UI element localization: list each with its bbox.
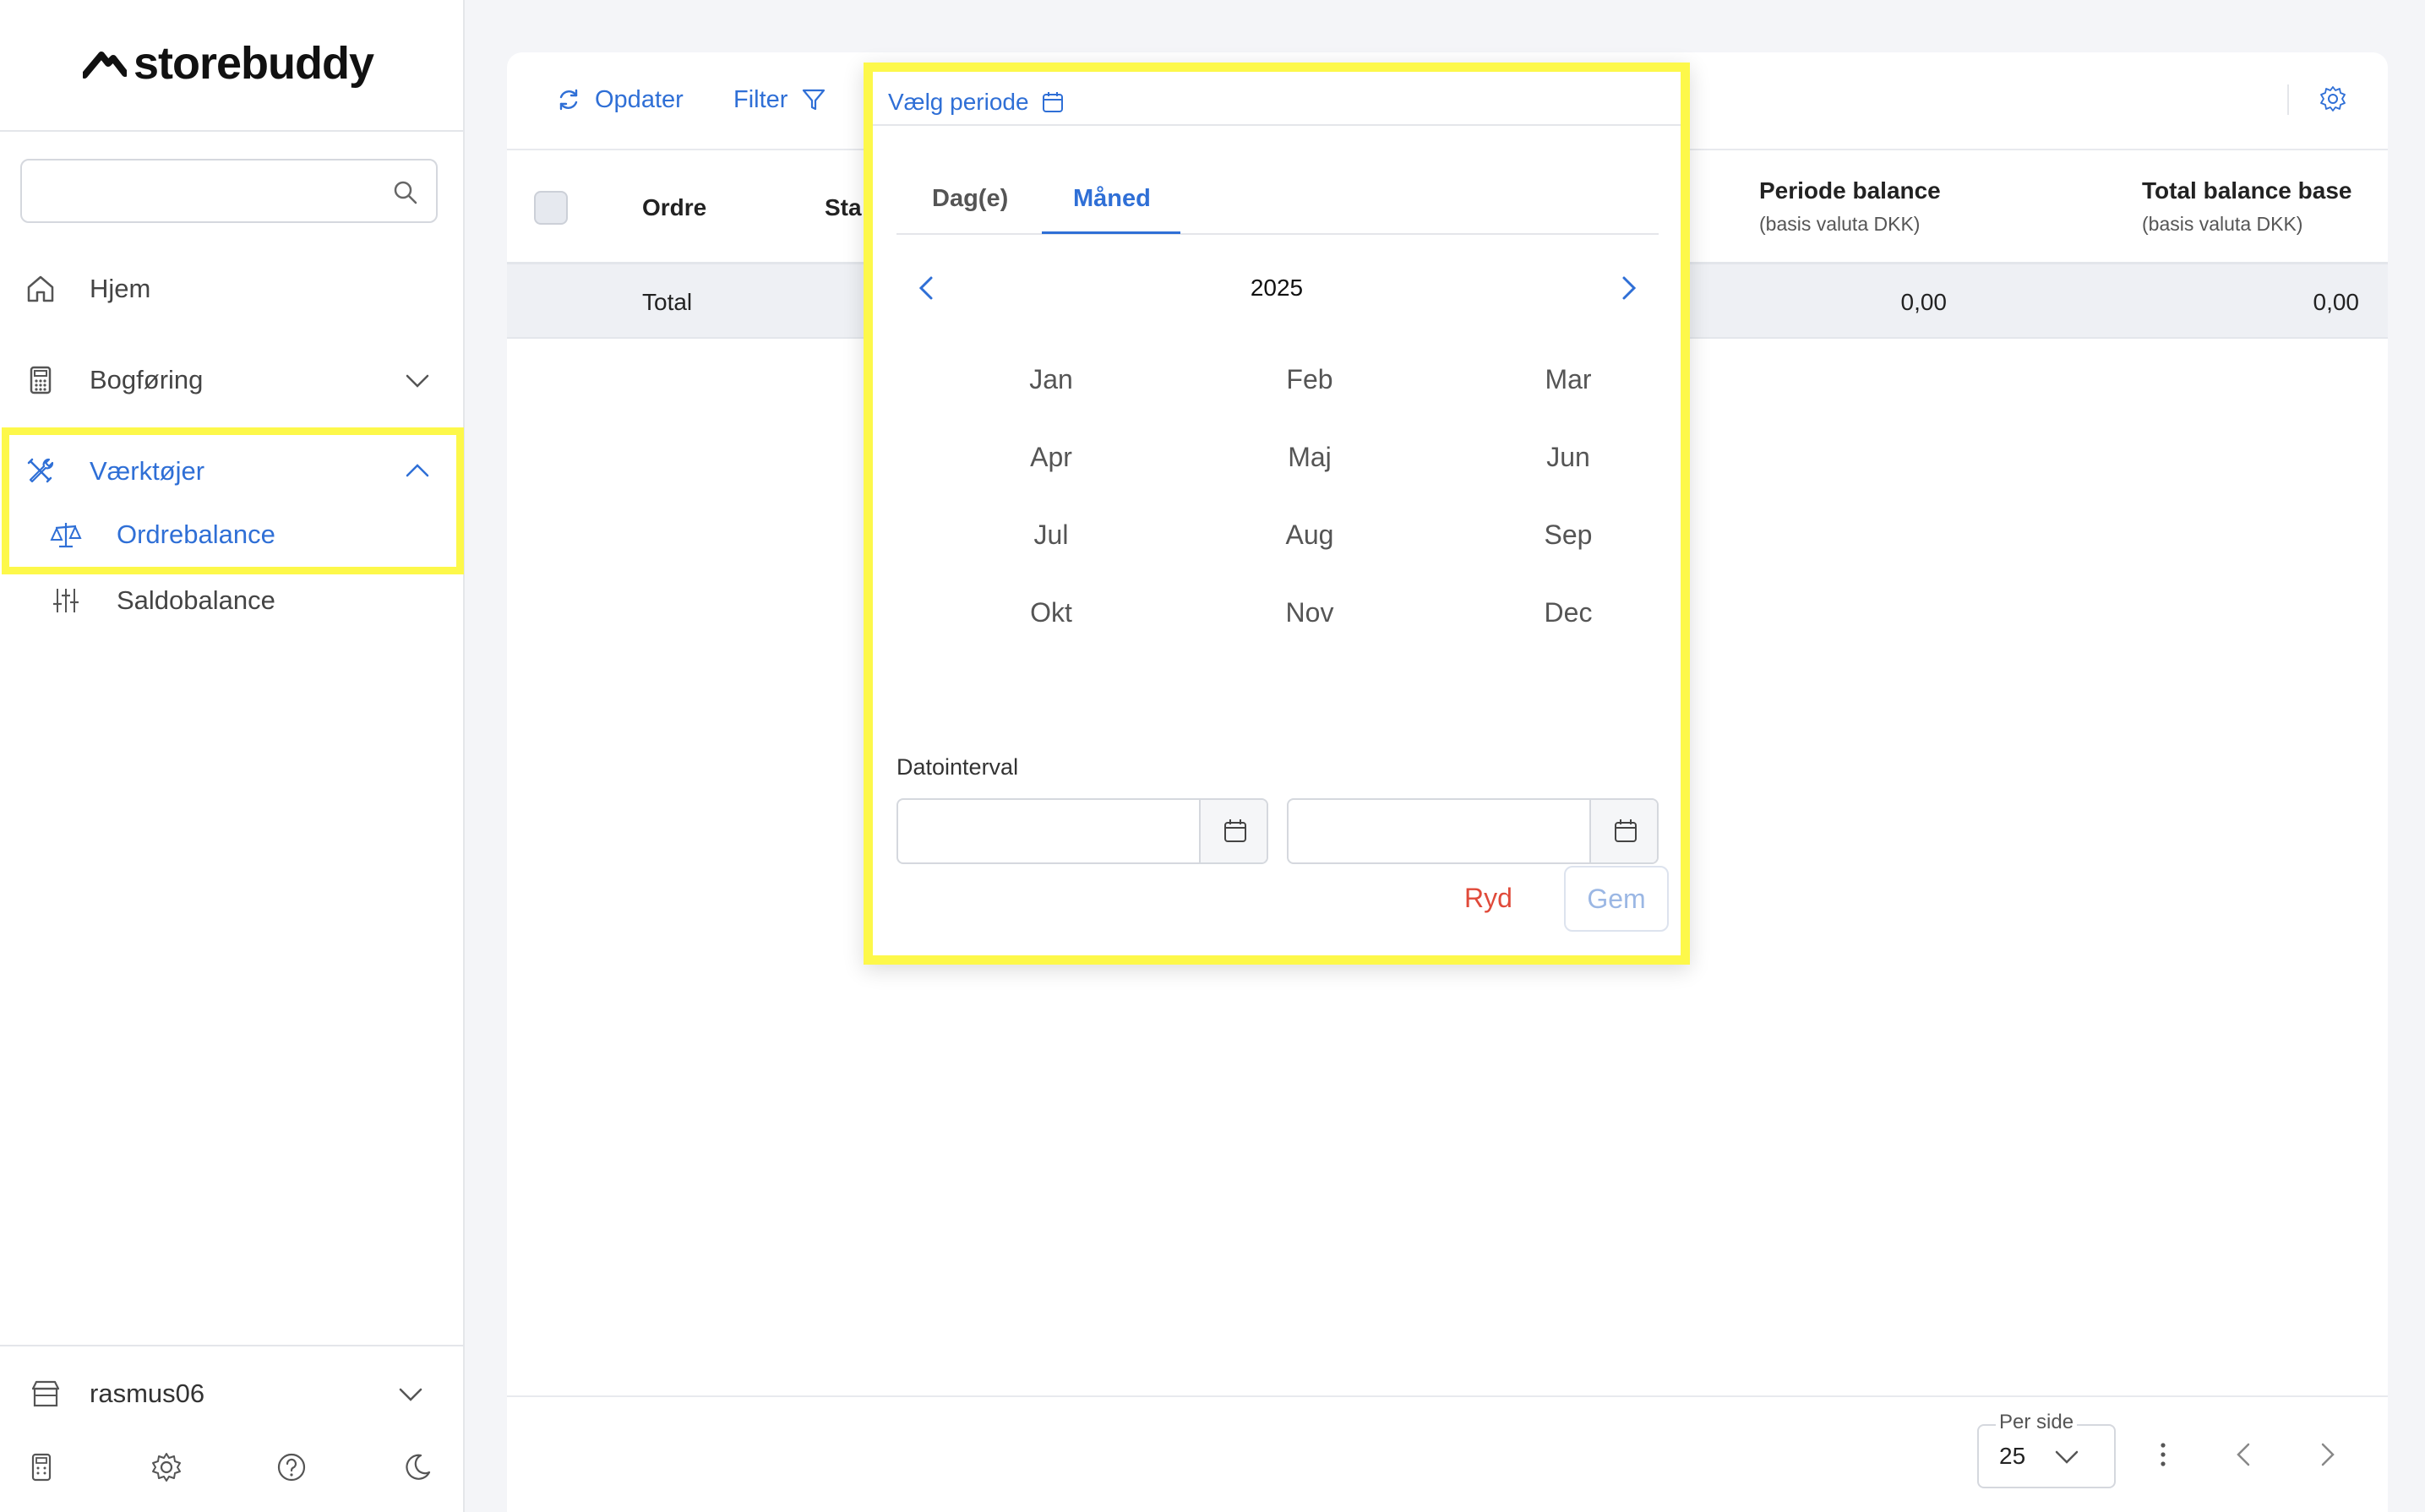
filter-funnel-icon	[803, 89, 826, 111]
sidebar-item-bogforing[interactable]: Bogføring	[0, 346, 465, 414]
month-nov[interactable]: Nov	[1180, 574, 1439, 651]
tab-days[interactable]: Dag(e)	[932, 185, 1008, 213]
column-subheader-total-balance: (basis valuta DKK)	[2142, 213, 2303, 235]
storebuddy-logo-icon	[83, 52, 127, 79]
choose-period-button[interactable]: Vælg periode	[888, 89, 1065, 116]
sidebar-item-label: Ordrebalance	[117, 519, 275, 549]
divider	[0, 130, 465, 132]
divider	[0, 1345, 465, 1346]
sidebar-item-label: Bogføring	[90, 365, 204, 394]
column-subheader-period-balance: (basis valuta DKK)	[1759, 213, 1921, 235]
sidebar-item-label: Værktøjer	[90, 456, 205, 486]
chevron-down-icon	[399, 1388, 422, 1401]
sidebar-search-input[interactable]	[20, 159, 438, 223]
month-sep[interactable]: Sep	[1439, 496, 1698, 574]
save-button[interactable]: Gem	[1564, 866, 1669, 932]
active-tab-indicator	[1042, 231, 1180, 234]
period-picker-popup: Vælg periode Dag(e) Måned 2025 Jan Feb M…	[864, 63, 1690, 965]
sidebar-item-label: Saldobalance	[117, 585, 275, 615]
sidebar-item-hjem[interactable]: Hjem	[0, 255, 465, 323]
sliders-icon	[53, 589, 79, 612]
period-picker-header: Vælg periode	[873, 72, 1681, 126]
table-settings-gear-icon[interactable]	[2319, 84, 2347, 113]
calendar-icon	[1615, 819, 1637, 842]
per-page-label: Per side	[1996, 1411, 2078, 1434]
date-range-label: Datointerval	[896, 754, 1019, 780]
column-header-period-balance[interactable]: Periode balance	[1759, 177, 1941, 204]
user-name: rasmus06	[90, 1379, 205, 1408]
end-date-calendar-button[interactable]	[1589, 800, 1657, 862]
filter-label: Filter	[733, 85, 788, 113]
filter-button[interactable]: Filter	[733, 81, 826, 118]
per-page-value: 25	[1999, 1443, 2026, 1469]
calendar-icon	[1224, 819, 1246, 842]
refresh-label: Opdater	[595, 85, 684, 113]
calendar-icon	[1042, 92, 1063, 112]
calculator-icon[interactable]	[25, 1451, 57, 1483]
month-okt[interactable]: Okt	[922, 574, 1180, 651]
select-all-checkbox[interactable]	[534, 191, 568, 225]
month-jul[interactable]: Jul	[922, 496, 1180, 574]
tools-icon	[27, 458, 54, 483]
total-period-balance: 0,00	[1900, 289, 1948, 315]
chevron-down-icon	[2055, 1450, 2079, 1464]
dark-mode-moon-icon[interactable]	[401, 1451, 433, 1483]
start-date-calendar-button[interactable]	[1199, 800, 1267, 862]
month-jan[interactable]: Jan	[922, 340, 1180, 418]
total-total-balance: 0,00	[2313, 289, 2360, 315]
month-aug[interactable]: Aug	[1180, 496, 1439, 574]
sidebar-item-vaerktojer[interactable]: Værktøjer	[0, 438, 465, 505]
column-header-order[interactable]: Ordre	[642, 194, 706, 221]
previous-page-chevron-icon[interactable]	[2229, 1439, 2259, 1470]
brand-name: storebuddy	[134, 38, 374, 89]
month-grid: Jan Feb Mar Apr Maj Jun Jul Aug Sep Okt …	[922, 340, 1692, 651]
sidebar-item-saldobalance[interactable]: Saldobalance	[0, 571, 465, 630]
calculator-icon	[30, 366, 52, 394]
next-page-chevron-icon[interactable]	[2312, 1439, 2342, 1470]
column-header-status[interactable]: Sta	[825, 194, 862, 221]
scale-icon	[50, 523, 82, 548]
more-options-icon[interactable]	[2148, 1439, 2178, 1470]
end-date-input[interactable]	[1287, 798, 1659, 864]
month-apr[interactable]: Apr	[922, 418, 1180, 496]
tab-divider	[896, 233, 1659, 235]
next-year-chevron-icon[interactable]	[1611, 271, 1645, 305]
toolbar-divider	[2287, 84, 2289, 115]
help-icon[interactable]	[275, 1451, 308, 1483]
home-icon	[27, 275, 54, 302]
year-label: 2025	[1250, 275, 1304, 301]
choose-period-label: Vælg periode	[888, 89, 1029, 115]
month-dec[interactable]: Dec	[1439, 574, 1698, 651]
sidebar-item-ordrebalance[interactable]: Ordrebalance	[0, 505, 465, 564]
store-icon	[31, 1380, 60, 1407]
total-label: Total	[642, 289, 693, 315]
sidebar: storebuddy Hjem Bogføring Værktøjer Ordr…	[0, 0, 465, 1512]
footer-divider	[507, 1395, 2388, 1397]
settings-gear-icon[interactable]	[150, 1451, 183, 1483]
start-date-input[interactable]	[896, 798, 1268, 864]
refresh-button[interactable]: Opdater	[556, 81, 684, 118]
sidebar-bottom-toolbar	[0, 1451, 465, 1488]
user-menu[interactable]: rasmus06	[0, 1360, 465, 1428]
tab-month[interactable]: Måned	[1073, 185, 1151, 213]
chevron-up-icon	[406, 464, 429, 477]
month-jun[interactable]: Jun	[1439, 418, 1698, 496]
refresh-icon	[559, 89, 578, 111]
month-feb[interactable]: Feb	[1180, 340, 1439, 418]
clear-button[interactable]: Ryd	[1464, 883, 1512, 914]
month-mar[interactable]: Mar	[1439, 340, 1698, 418]
chevron-down-icon	[406, 374, 429, 388]
brand-logo[interactable]: storebuddy	[83, 35, 374, 91]
search-icon	[394, 181, 417, 204]
sidebar-item-label: Hjem	[90, 274, 151, 303]
column-header-total-balance[interactable]: Total balance base	[2142, 177, 2351, 204]
month-maj[interactable]: Maj	[1180, 418, 1439, 496]
